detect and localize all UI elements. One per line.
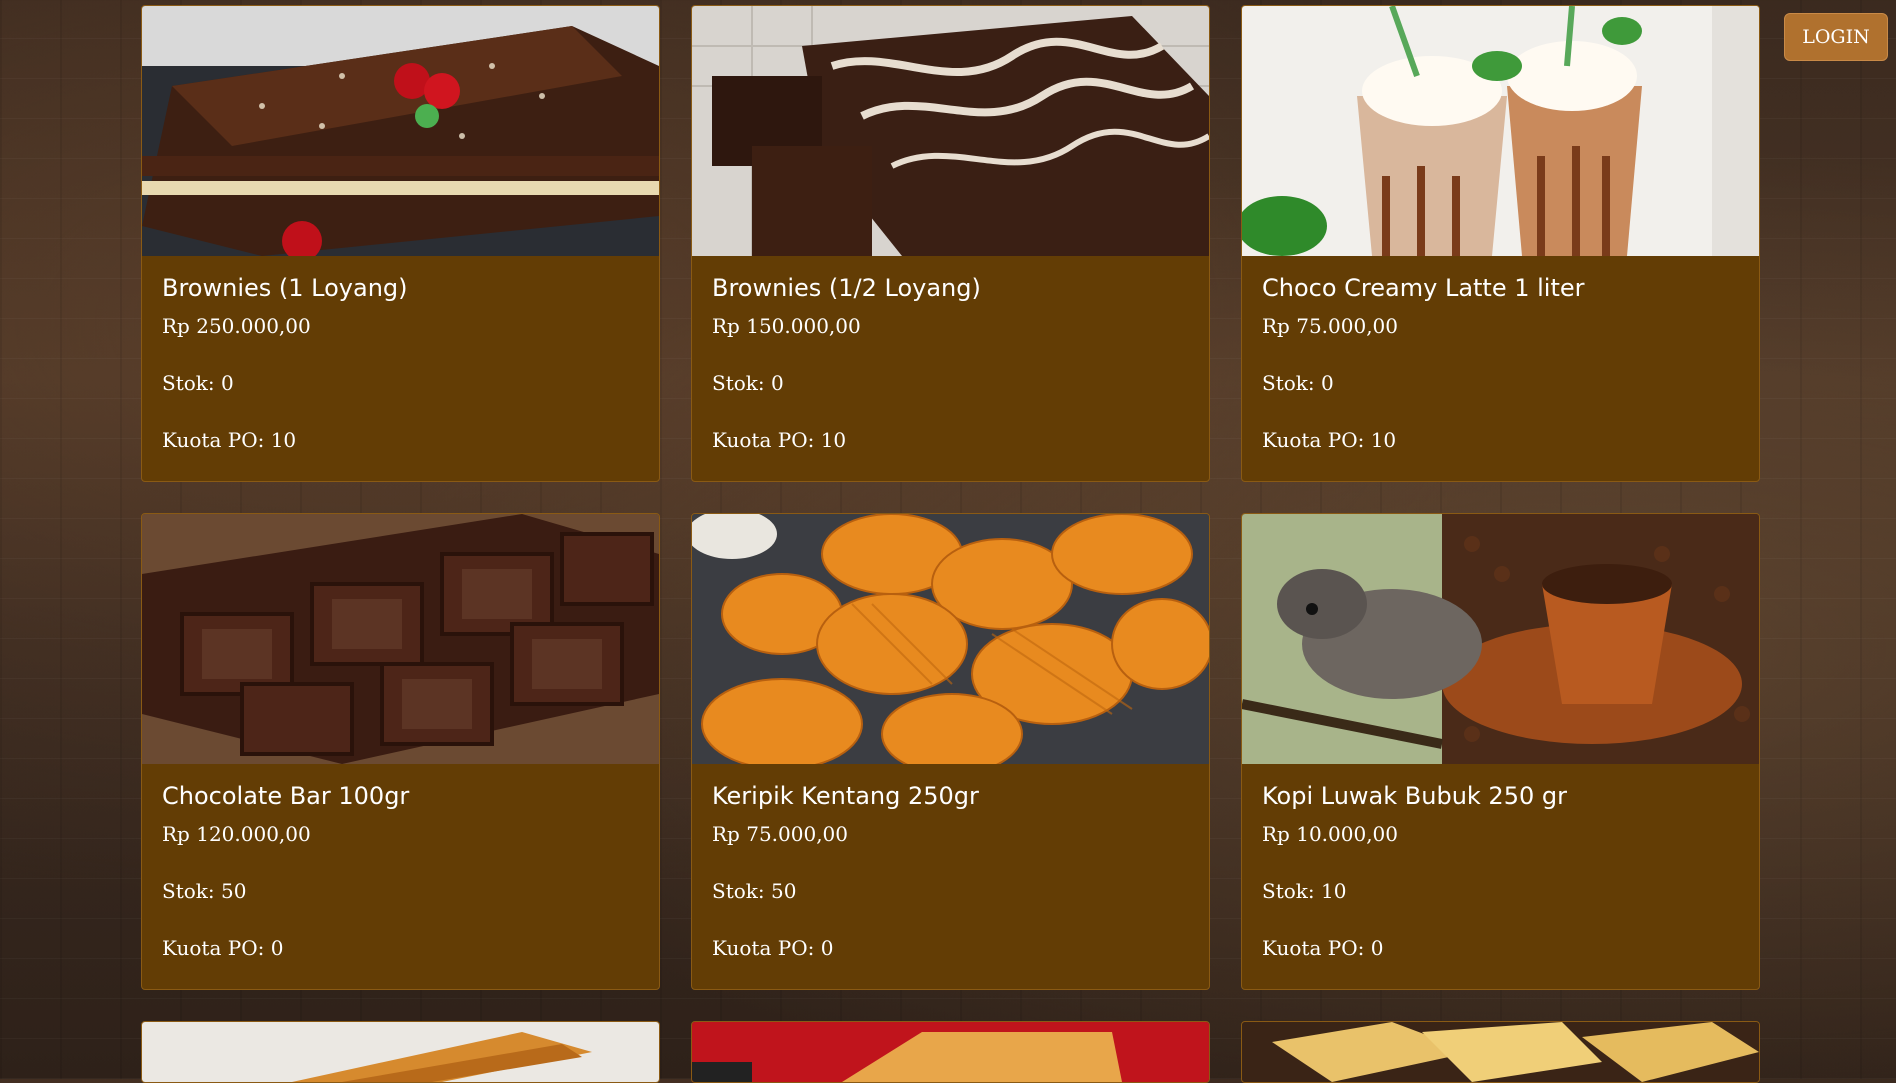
product-price: Rp 10.000,00 [1262,822,1399,846]
product-po-quota: Kuota PO: 0 [1262,936,1384,960]
product-name[interactable]: Keripik Kentang 250gr [712,782,1189,810]
product-stock: Stok: 50 [712,879,797,903]
product-stock: Stok: 50 [162,879,247,903]
product-stock: Stok: 0 [1262,371,1334,395]
product-card[interactable]: Chocolate Bar 100gr Rp 120.000,00 Stok: … [141,513,660,990]
product-stock: Stok: 10 [1262,879,1347,903]
product-po-quota: Kuota PO: 0 [162,936,284,960]
product-price: Rp 120.000,00 [162,822,311,846]
product-card[interactable]: Brownies (1 Loyang) Rp 250.000,00 Stok: … [141,5,660,482]
product-price: Rp 75.000,00 [1262,314,1399,338]
product-grid: Brownies (1 Loyang) Rp 250.000,00 Stok: … [141,5,1760,1083]
chocolate-bar-image [142,514,659,764]
product-po-quota: Kuota PO: 10 [712,428,847,452]
product-card[interactable]: Choco Creamy Latte 1 liter Rp 75.000,00 … [1241,5,1760,482]
product-name[interactable]: Brownies (1/2 Loyang) [712,274,1189,302]
potato-chips-image [692,514,1209,764]
cheese-cake-image [1242,1022,1759,1082]
product-price: Rp 150.000,00 [712,314,861,338]
product-card[interactable]: Kopi Luwak Bubuk 250 gr Rp 10.000,00 Sto… [1241,513,1760,990]
layer-cake-image [142,1022,659,1082]
product-price: Rp 75.000,00 [712,822,849,846]
product-stock: Stok: 0 [712,371,784,395]
product-name[interactable]: Choco Creamy Latte 1 liter [1262,274,1739,302]
civet-coffee-image [1242,514,1759,764]
orange-cake-image [692,1022,1209,1082]
product-name[interactable]: Brownies (1 Loyang) [162,274,639,302]
product-po-quota: Kuota PO: 10 [1262,428,1397,452]
product-stock: Stok: 0 [162,371,234,395]
latte-drink-image [1242,6,1759,256]
marbled-brownie-image [692,6,1209,256]
login-button[interactable]: LOGIN [1784,13,1888,61]
product-card[interactable]: Keripik Kentang 250gr Rp 75.000,00 Stok:… [691,513,1210,990]
product-card[interactable]: Brownies (1/2 Loyang) Rp 150.000,00 Stok… [691,5,1210,482]
product-card[interactable] [691,1021,1210,1083]
brownies-cake-image [142,6,659,256]
product-name[interactable]: Chocolate Bar 100gr [162,782,639,810]
product-name[interactable]: Kopi Luwak Bubuk 250 gr [1262,782,1739,810]
product-card[interactable] [1241,1021,1760,1083]
product-price: Rp 250.000,00 [162,314,311,338]
product-po-quota: Kuota PO: 0 [712,936,834,960]
product-card[interactable] [141,1021,660,1083]
product-po-quota: Kuota PO: 10 [162,428,297,452]
